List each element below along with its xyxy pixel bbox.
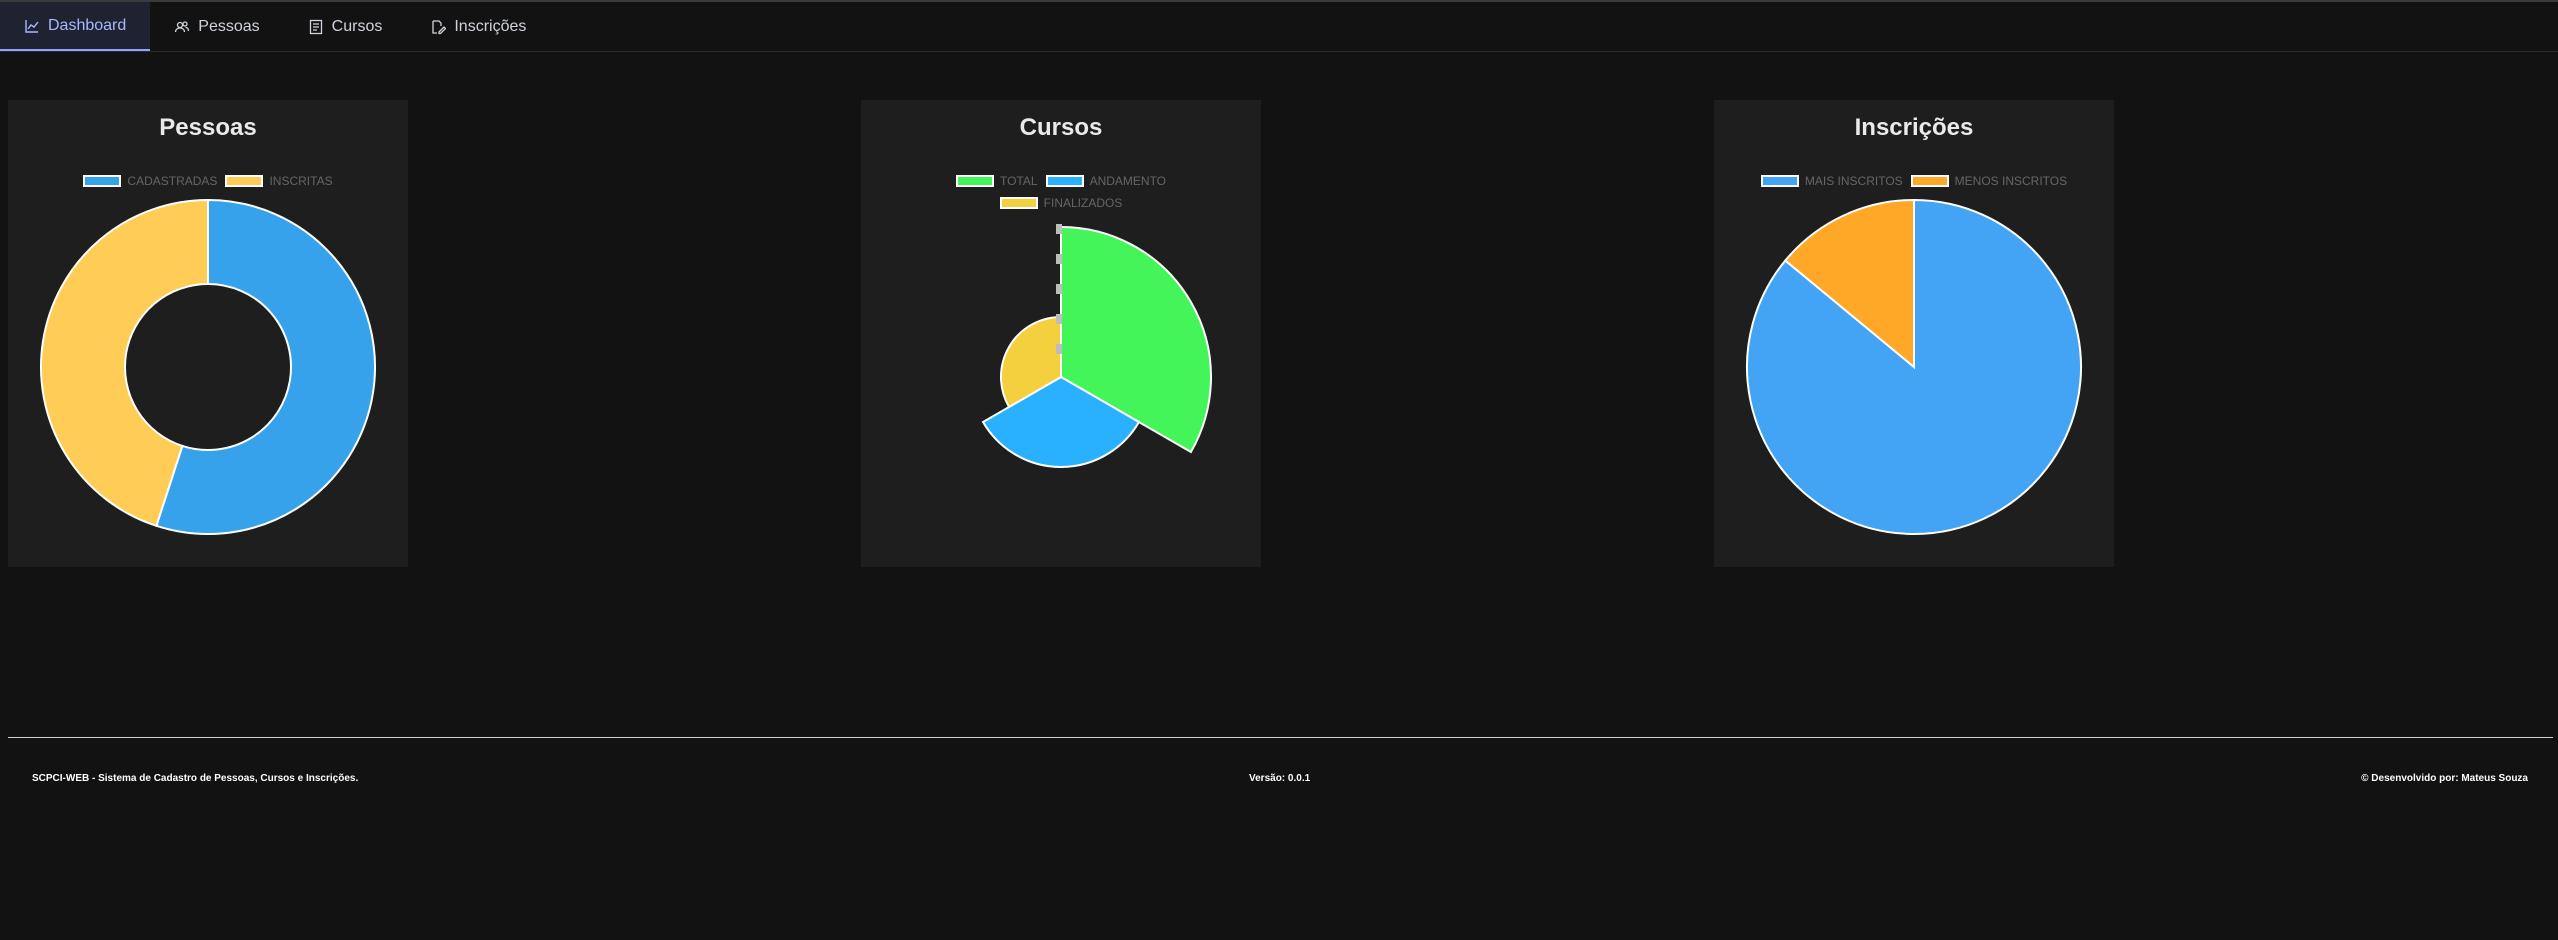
tab-inscricoes-label: Inscrições	[454, 17, 527, 35]
footer-divider	[8, 737, 2553, 738]
edit-icon	[432, 19, 447, 34]
users-icon	[175, 20, 190, 32]
radial-scale-tick	[1056, 344, 1062, 354]
pie-chart	[1746, 198, 2082, 535]
tab-inscricoes[interactable]: Inscrições	[406, 2, 550, 51]
footer-app-name: SCPCI-WEB - Sistema de Cadastro de Pesso…	[32, 773, 359, 784]
top-nav: Dashboard Pessoas Cursos Inscrições	[0, 2, 2558, 52]
tab-dashboard-label: Dashboard	[48, 16, 127, 34]
radial-scale-tick	[1056, 224, 1062, 234]
card-inscricoes: Inscrições MAIS INSCRITOS MENOS INSCRITO…	[1714, 100, 2114, 567]
doughnut-chart	[40, 198, 376, 535]
polar-area-chart	[981, 224, 1212, 468]
footer-version: Versão: 0.0.1	[1249, 773, 1311, 784]
card-pessoas: Pessoas CADASTRADAS INSCRITAS	[8, 100, 408, 567]
chart-line-icon	[25, 19, 39, 33]
radial-scale-tick	[1056, 284, 1062, 294]
tab-dashboard[interactable]: Dashboard	[0, 2, 151, 51]
tab-cursos-label: Cursos	[331, 17, 383, 35]
tab-pessoas-label: Pessoas	[198, 17, 260, 35]
book-icon	[309, 19, 322, 34]
card-cursos: Cursos TOTAL ANDAMENTO FINALIZADOS	[861, 100, 1261, 567]
radial-scale-tick	[1056, 254, 1062, 264]
tab-cursos[interactable]: Cursos	[284, 2, 407, 51]
footer-credits: © Desenvolvido por: Mateus Souza	[2361, 773, 2528, 784]
radial-scale-tick	[1056, 314, 1062, 324]
tab-pessoas[interactable]: Pessoas	[150, 2, 283, 51]
